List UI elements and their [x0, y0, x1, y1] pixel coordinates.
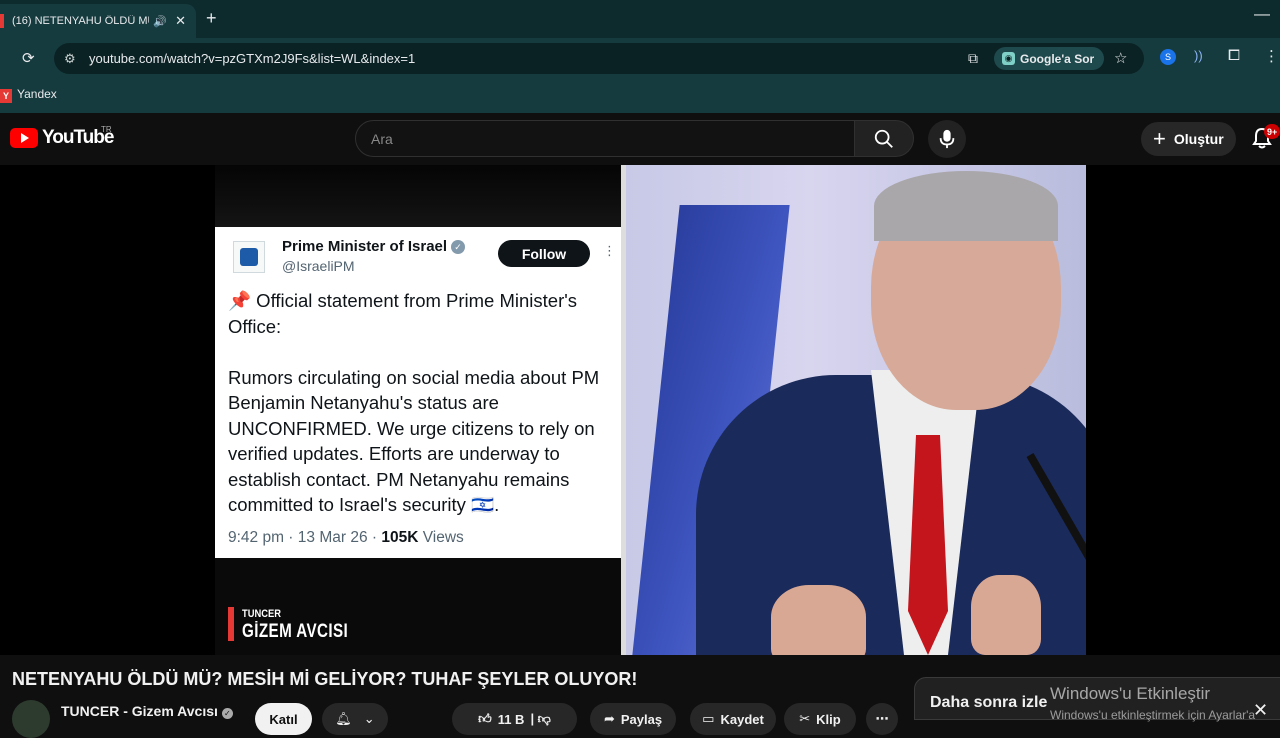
minimize-icon[interactable]: —: [1254, 6, 1270, 24]
tweet-body: 📌 Official statement from Prime Minister…: [228, 290, 600, 515]
bookmarks-bar: Y Yandex: [0, 80, 1280, 113]
google-lens-icon: ◉: [1002, 52, 1015, 65]
like-count: 11 B: [497, 711, 525, 727]
tweet-author: Prime Minister of Israel ✓: [282, 238, 466, 255]
microphone-icon: [939, 129, 955, 149]
youtube-play-icon: [10, 128, 38, 148]
yandex-icon: Y: [0, 89, 12, 103]
tab-close-icon[interactable]: ✕: [175, 13, 186, 29]
google-ask-button[interactable]: ◉ Google'a Sor: [994, 47, 1105, 70]
install-app-icon[interactable]: ⧉: [968, 50, 978, 67]
right-hand-shape: [971, 575, 1041, 655]
scissors-icon: ✂: [799, 711, 811, 726]
google-ask-label: Google'a Sor: [1020, 51, 1095, 66]
join-button[interactable]: Katıl: [255, 703, 312, 735]
browser-tab-active[interactable]: (16) NETENYAHU ÖLDÜ MÜ 🔊 ✕: [0, 4, 196, 38]
clip-label: Klip: [816, 711, 841, 727]
tweet-handle: @IsraeliPM: [282, 258, 355, 274]
region-code: TR: [101, 125, 112, 134]
subscribed-bell-icon: 🔔︎: [335, 711, 352, 726]
verified-badge-icon: ✓: [451, 240, 466, 254]
create-label: Oluştur: [1173, 131, 1224, 147]
tab-favicon: [0, 14, 4, 28]
subscription-bell-button[interactable]: 🔔︎ ⌄: [322, 703, 388, 735]
close-icon[interactable]: ✕: [1253, 700, 1268, 721]
tweet-follow-button: Follow: [498, 240, 590, 267]
search-icon: [874, 129, 893, 148]
channel-verified-icon: ✓: [221, 708, 233, 719]
dark-backdrop: [215, 165, 621, 227]
voice-search-button[interactable]: [928, 120, 966, 158]
channel-name[interactable]: TUNCER - Gizem Avcısı ✓: [61, 703, 233, 719]
tweet-card: Prime Minister of Israel ✓ @IsraeliPM Fol…: [215, 227, 621, 558]
audio-extension-icon[interactable]: )): [1194, 48, 1203, 63]
tab-title: (16) NETENYAHU ÖLDÜ MÜ: [12, 15, 150, 27]
browser-toolbar: ⟳ ⚙ youtube.com/watch?v=pzGTXm2J9Fs&list…: [0, 38, 1280, 80]
bookmark-icon: ▭: [702, 711, 715, 726]
bookmark-star-icon[interactable]: ☆: [1114, 49, 1127, 67]
save-button[interactable]: ▭ Kaydet: [690, 703, 776, 735]
hair-shape: [874, 171, 1058, 241]
clip-button[interactable]: ✂ Klip: [784, 703, 856, 735]
site-info-icon[interactable]: ⚙: [64, 51, 76, 67]
video-left-panel: Prime Minister of Israel ✓ @IsraeliPM Fol…: [215, 165, 621, 655]
notification-badge: 9+: [1264, 124, 1280, 139]
dislike-icon[interactable]: | 👎︎: [530, 711, 550, 727]
israel-emblem-icon: [233, 241, 265, 273]
speaker-icon[interactable]: 🔊: [153, 15, 167, 28]
search-button[interactable]: [854, 120, 914, 157]
more-actions-button[interactable]: ⋯: [866, 703, 898, 735]
search-box: [355, 120, 855, 157]
youtube-header: YouTube TR + Oluştur 9+: [0, 113, 1280, 165]
extensions-puzzle-icon[interactable]: ⧠: [1228, 47, 1240, 64]
like-button[interactable]: 👍︎ 11 B | 👎︎: [452, 703, 577, 735]
omnibox[interactable]: ⚙ youtube.com/watch?v=pzGTXm2J9Fs&list=W…: [54, 43, 1144, 74]
browser-tabstrip: (16) NETENYAHU ÖLDÜ MÜ 🔊 ✕ + —: [0, 0, 1280, 38]
tweet-meta: 9:42 pm · 13 Mar 26 · 105K Views: [228, 529, 464, 546]
save-label: Kaydet: [720, 711, 764, 727]
tweet-more-icon: ⋮: [603, 243, 616, 258]
portrait-image: [626, 165, 1086, 655]
plus-icon: +: [1153, 126, 1166, 151]
watermark-main: GİZEM AVCISI: [242, 621, 349, 642]
youtube-logo[interactable]: YouTube: [10, 127, 114, 149]
share-label: Paylaş: [620, 711, 663, 727]
windows-activation-title: Windows'u Etkinleştir: [1050, 684, 1211, 703]
video-title: NETENYAHU ÖLDÜ MÜ? MESİH Mİ GELİYOR? TUH…: [12, 669, 638, 689]
watermark-top: TUNCER: [242, 608, 281, 620]
share-button[interactable]: ➦ Paylaş: [590, 703, 676, 735]
browser-menu-icon[interactable]: ⋮: [1264, 47, 1279, 65]
new-tab-icon[interactable]: +: [206, 8, 217, 29]
bookmark-yandex[interactable]: Yandex: [17, 87, 57, 101]
thumbs-up-icon: 👍︎: [478, 711, 492, 726]
chevron-down-icon: ⌄: [363, 711, 375, 726]
create-button[interactable]: + Oluştur: [1141, 122, 1236, 156]
video-player[interactable]: Prime Minister of Israel ✓ @IsraeliPM Fol…: [0, 165, 1280, 655]
search-input[interactable]: [356, 121, 854, 156]
reload-icon[interactable]: ⟳: [22, 49, 35, 67]
watermark-bar: [228, 607, 234, 641]
share-icon: ➦: [603, 711, 615, 726]
left-hand-shape: [771, 585, 866, 655]
watch-later-title: Daha sonra izle: [930, 694, 1048, 711]
more-horizontal-icon: ⋯: [875, 711, 889, 726]
shazam-extension-icon[interactable]: S: [1160, 49, 1176, 65]
url-text[interactable]: youtube.com/watch?v=pzGTXm2J9Fs&list=WL&…: [89, 51, 415, 66]
channel-avatar[interactable]: [12, 700, 50, 738]
